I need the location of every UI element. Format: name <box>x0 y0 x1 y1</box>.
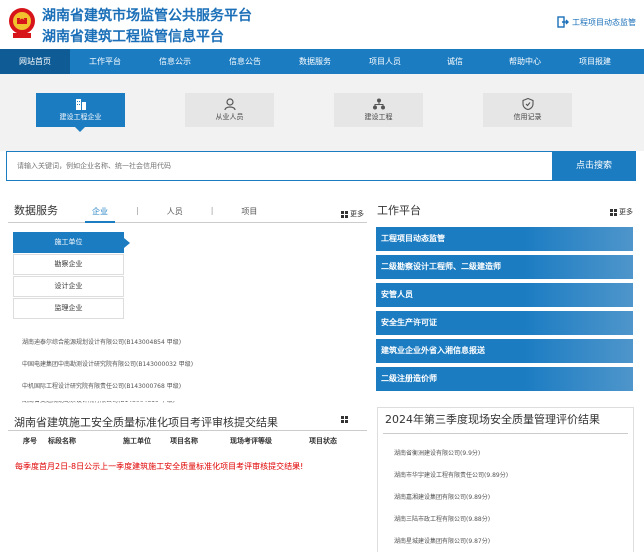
category-supervision-enterprise[interactable]: 监理企业 <box>13 298 124 319</box>
project-dynamic-link[interactable]: 工程项目动态监管 <box>557 16 636 28</box>
category-design-enterprise[interactable]: 设计企业 <box>13 276 124 297</box>
search-input[interactable] <box>7 152 551 180</box>
company-list-item[interactable]: 湖南迪泰尔综合能源规划设计有限公司(B143004854 甲级) <box>22 337 181 346</box>
q3-results-panel <box>377 407 634 552</box>
tile-construction-project[interactable]: 建设工程 <box>334 93 423 127</box>
wp-secondary-engineer-label: 二级勘察设计工程师、二级建造师 <box>381 262 501 271</box>
wp-item-backdrop <box>523 311 633 335</box>
nav-info-publicity[interactable]: 信息公示 <box>140 49 210 74</box>
category-tiles: 建设工程企业 从业人员 建设工程 信用记录 <box>0 74 644 151</box>
nav-project-report[interactable]: 项目报建 <box>560 49 630 74</box>
wp-item-backdrop <box>523 283 633 307</box>
wp-project-dynamic[interactable]: 工程项目动态监管 <box>376 227 633 251</box>
evaluation-more-link[interactable] <box>341 416 348 423</box>
wp-project-dynamic-label: 工程项目动态监管 <box>381 234 445 243</box>
wp-safety-license-label: 安全生产许可证 <box>381 318 437 327</box>
tab-personnel[interactable]: 人员 <box>167 206 183 217</box>
work-platform-title: 工作平台 <box>377 204 421 217</box>
tile-construction-enterprise-label: 建设工程企业 <box>59 113 102 121</box>
site-header: 湖南省建筑市场监管公共服务平台 湖南省建筑工程监管信息平台 工程项目动态监管 <box>0 0 644 49</box>
wp-outside-enterprise[interactable]: 建筑业企业外省入湘信息报送 <box>376 339 633 363</box>
section-divider <box>8 430 367 431</box>
q3-result-item[interactable]: 湖南嘉湘建设集团有限公司(9.89分) <box>394 492 490 501</box>
building-icon <box>75 99 86 110</box>
nav-integrity[interactable]: 诚信 <box>420 49 490 74</box>
wp-outside-enterprise-label: 建筑业企业外省入湘信息报送 <box>381 346 485 355</box>
col-header-section: 标段名称 <box>48 437 76 445</box>
grid-icon <box>610 208 617 216</box>
col-header-status: 项目状态 <box>309 437 337 445</box>
shield-icon <box>521 98 534 110</box>
category-construction-unit[interactable]: 施工单位 <box>13 232 130 253</box>
wp-item-backdrop <box>523 367 633 391</box>
tab-divider: | <box>210 206 214 215</box>
section-divider <box>8 222 367 223</box>
site-title-secondary: 湖南省建筑工程监管信息平台 <box>42 29 224 45</box>
category-survey-enterprise[interactable]: 勘察企业 <box>13 254 124 275</box>
nav-info-announcement[interactable]: 信息公告 <box>210 49 280 74</box>
data-service-more-label: 更多 <box>350 210 364 218</box>
q3-result-item[interactable]: 湖南星城建设集团有限公司(9.87分) <box>394 536 490 545</box>
q3-results-title: 2024年第三季度现场安全质量管理评价结果 <box>385 413 600 426</box>
nav-project-personnel[interactable]: 项目人员 <box>350 49 420 74</box>
tile-credit-record[interactable]: 信用记录 <box>483 93 572 127</box>
main-nav: 网站首页 工作平台 信息公示 信息公告 数据服务 项目人员 诚信 帮助中心 项目… <box>0 49 644 74</box>
wp-safety-personnel[interactable]: 安管人员 <box>376 283 633 307</box>
work-platform-more-label: 更多 <box>619 208 633 216</box>
wp-item-backdrop <box>523 227 633 251</box>
exit-icon <box>557 16 569 28</box>
q3-result-item[interactable]: 湖南省衡洲建设有限公司(9.9分) <box>394 448 480 457</box>
tile-credit-record-label: 信用记录 <box>513 113 542 121</box>
site-title-primary: 湖南省建筑市场监管公共服务平台 <box>42 8 252 24</box>
nav-data-service[interactable]: 数据服务 <box>280 49 350 74</box>
tab-divider: | <box>136 206 139 215</box>
people-icon <box>223 98 236 110</box>
q3-result-item[interactable]: 湖南市华宇建设工程有限责任公司(9.89分) <box>394 470 508 479</box>
col-header-grade: 现场考评等级 <box>230 437 272 445</box>
data-service-more-link[interactable]: 更多 <box>341 209 364 219</box>
project-dynamic-label: 工程项目动态监管 <box>572 17 636 27</box>
tab-project[interactable]: 项目 <box>241 206 257 217</box>
tile-practitioners-label: 从业人员 <box>215 113 244 121</box>
col-header-project: 项目名称 <box>170 437 198 445</box>
org-icon <box>372 98 385 110</box>
data-service-title: 数据服务 <box>14 204 58 217</box>
tile-practitioners[interactable]: 从业人员 <box>185 93 274 127</box>
wp-item-backdrop <box>523 339 633 363</box>
section-divider <box>383 433 628 434</box>
col-header-index: 序号 <box>23 437 37 445</box>
work-platform-more-link[interactable]: 更多 <box>610 207 633 217</box>
nav-home[interactable]: 网站首页 <box>0 49 70 74</box>
wp-safety-license[interactable]: 安全生产许可证 <box>376 311 633 335</box>
col-header-contractor: 施工单位 <box>123 437 151 445</box>
wp-secondary-engineer[interactable]: 二级勘察设计工程师、二级建造师 <box>376 255 633 279</box>
tab-enterprise[interactable]: 企业 <box>92 206 108 217</box>
nav-work-platform[interactable]: 工作平台 <box>70 49 140 74</box>
tile-construction-project-label: 建设工程 <box>364 113 393 121</box>
grid-icon <box>341 416 348 423</box>
wp-item-backdrop <box>523 255 633 279</box>
evaluation-notice: 每季度首月2日-8日公示上一季度建筑施工安全质量标准化项目考评审核提交结果! <box>15 462 304 471</box>
evaluation-title: 湖南省建筑施工安全质量标准化项目考评审核提交结果 <box>14 416 278 429</box>
q3-result-item[interactable]: 湖南三陆市政工程有限公司(9.88分) <box>394 514 490 523</box>
national-emblem-icon <box>9 8 35 38</box>
company-list-item[interactable]: 湖南省交通规划勘察设计院有限公司(B143004819 甲级) <box>22 401 175 405</box>
company-list-item[interactable]: 中机国际工程设计研究院有限责任公司(B143000768 甲级) <box>22 381 181 390</box>
company-list-item[interactable]: 中国电建集团中南勘测设计研究院有限公司(B143000032 甲级) <box>22 359 193 368</box>
search-button[interactable]: 点击搜索 <box>552 151 636 181</box>
wp-cost-engineer[interactable]: 二级注册造价师 <box>376 367 633 391</box>
data-service-tabs: 企业 | 人员 | 项目 <box>92 206 257 217</box>
wp-cost-engineer-label: 二级注册造价师 <box>381 374 437 383</box>
search-bar: 点击搜索 <box>6 151 636 181</box>
nav-help-center[interactable]: 帮助中心 <box>490 49 560 74</box>
tile-construction-enterprise[interactable]: 建设工程企业 <box>36 93 125 132</box>
wp-safety-personnel-label: 安管人员 <box>381 290 413 299</box>
active-tab-indicator <box>85 221 115 223</box>
grid-icon <box>341 210 348 218</box>
